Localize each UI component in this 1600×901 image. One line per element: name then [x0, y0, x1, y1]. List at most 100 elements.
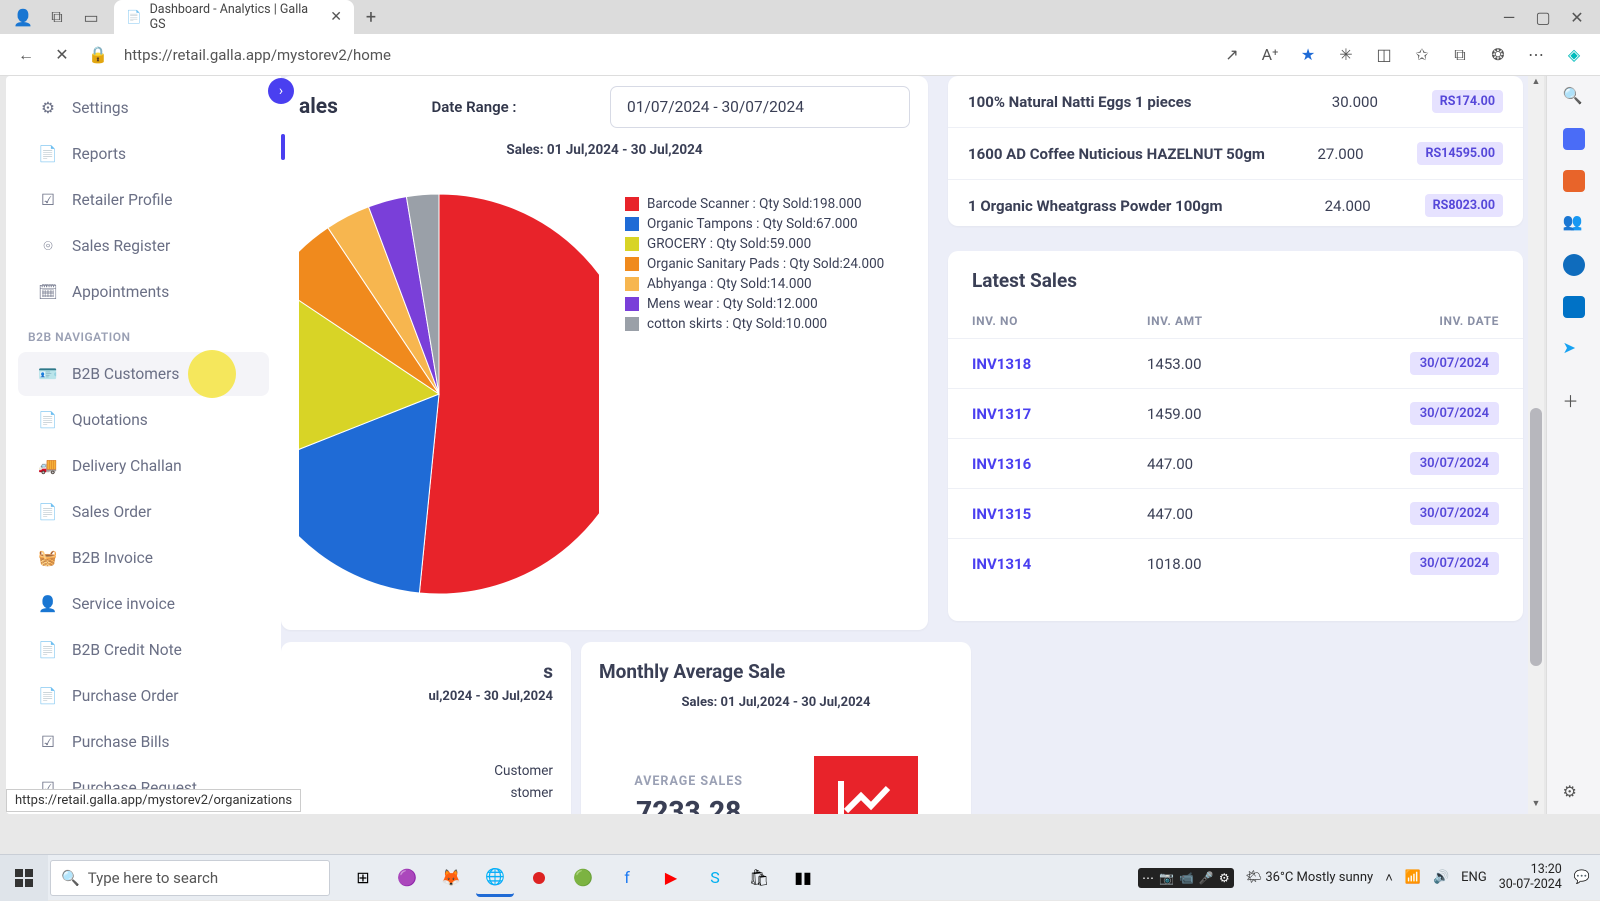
office-icon[interactable] [1563, 254, 1585, 276]
copilot-taskbar-icon[interactable]: 🟣 [388, 859, 426, 897]
workspaces-icon[interactable]: ⧉ [40, 2, 74, 32]
sidebar-item-settings[interactable]: ⚙Settings [18, 86, 269, 130]
network-icon[interactable]: 📶 [1405, 870, 1421, 885]
notifications-icon[interactable]: 💬 [1574, 870, 1590, 885]
weather-widget[interactable]: 🌤 36°C Mostly sunny [1246, 870, 1374, 885]
legend-item[interactable]: Organic Tampons : Qty Sold:67.000 [625, 214, 884, 234]
stop-button[interactable]: ✕ [44, 37, 80, 73]
legend-swatch [625, 237, 639, 251]
store-icon[interactable]: 🛍 [740, 859, 778, 897]
legend-item[interactable]: Abhyanga : Qty Sold:14.000 [625, 274, 884, 294]
clock[interactable]: 13:20 30-07-2024 [1499, 863, 1562, 892]
task-view-icon[interactable]: ⊞ [344, 859, 382, 897]
sidebar-item-sales-register[interactable]: ⌾Sales Register [18, 224, 269, 268]
sidebar-item-appointments[interactable]: 🗓Appointments [18, 270, 269, 314]
recording-controls[interactable]: ⋯📷📹🎤⚙ [1138, 868, 1234, 888]
maximize-icon[interactable]: ▢ [1526, 2, 1560, 32]
app-icon[interactable]: ▮▮ [784, 859, 822, 897]
legend-swatch [625, 277, 639, 291]
sidebar-item-service-invoice[interactable]: 👤Service invoice [18, 582, 269, 626]
close-icon[interactable]: ✕ [330, 9, 342, 25]
sidebar-collapse-button[interactable]: › [268, 78, 294, 104]
shopping-icon[interactable] [1563, 170, 1585, 192]
average-sales-value: 7233.28 [634, 795, 743, 814]
sidebar-item-sales-order[interactable]: 📄Sales Order [18, 490, 269, 534]
legend-item[interactable]: cotton skirts : Qty Sold:10.000 [625, 314, 884, 334]
legend-item[interactable]: Barcode Scanner : Qty Sold:198.000 [625, 194, 884, 214]
copilot-icon[interactable]: ◈ [1556, 37, 1592, 73]
settings-icon[interactable]: ⚙ [1563, 782, 1585, 804]
language-indicator[interactable]: ENG [1461, 870, 1487, 885]
read-aloud-icon[interactable]: A⁺ [1252, 37, 1288, 73]
sidebar-item-label: B2B Customers [72, 365, 179, 383]
skype-icon[interactable]: S [696, 859, 734, 897]
sidebar-item-delivery-challan[interactable]: 🚚Delivery Challan [18, 444, 269, 488]
invoice-link[interactable]: INV1318 [972, 355, 1031, 373]
favorites-bar-icon[interactable]: ✩ [1404, 37, 1440, 73]
more-icon[interactable]: ⋯ [1518, 37, 1554, 73]
back-button[interactable]: ← [8, 37, 44, 73]
vertical-scrollbar[interactable]: ▲ ▼ [1528, 76, 1544, 814]
sidebar-item-purchase-order[interactable]: 📄Purchase Order [18, 674, 269, 718]
extensions-icon[interactable]: ✳ [1328, 37, 1364, 73]
invoice-link[interactable]: INV1316 [972, 455, 1031, 473]
sidebar-item-label: Purchase Order [72, 687, 179, 705]
volume-icon[interactable]: 🔊 [1433, 870, 1449, 885]
edge-icon[interactable]: 🌐 [476, 859, 514, 897]
favorite-icon[interactable]: ★ [1290, 37, 1326, 73]
sidebar-item-quotations[interactable]: 📄Quotations [18, 398, 269, 442]
camera-icon: ⌾ [38, 236, 58, 256]
invoice-link[interactable]: INV1317 [972, 405, 1031, 423]
search-icon[interactable]: 🔍 [1563, 86, 1585, 108]
sidebar-item-b2b-customers[interactable]: 🪪 B2B Customers [18, 352, 269, 396]
legend-item[interactable]: Mens wear : Qty Sold:12.000 [625, 294, 884, 314]
tab-actions-icon[interactable]: ▭ [74, 2, 108, 32]
people-icon[interactable]: 👥 [1563, 212, 1585, 234]
facebook-icon[interactable]: f [608, 859, 646, 897]
invoice-link[interactable]: INV1315 [972, 505, 1031, 523]
sidebar-item-b2b-credit-note[interactable]: 📄B2B Credit Note [18, 628, 269, 672]
minimize-icon[interactable]: — [1492, 2, 1526, 32]
doc-icon: 📄 [38, 410, 58, 430]
sidebar-item-b2b-invoice[interactable]: 🧺B2B Invoice [18, 536, 269, 580]
content-area: ales Date Range : 01/07/2024 - 30/07/202… [281, 76, 1540, 814]
url-field[interactable]: https://retail.galla.app/mystorev2/home [116, 46, 1214, 64]
edge-tool-icon[interactable] [1563, 128, 1585, 150]
scrollbar-thumb[interactable] [1530, 408, 1542, 666]
chrome-icon[interactable]: 🟢 [564, 859, 602, 897]
legend-item[interactable]: Organic Sanitary Pads : Qty Sold:24.000 [625, 254, 884, 274]
scroll-down-icon[interactable]: ▼ [1528, 798, 1544, 814]
close-window-icon[interactable]: ✕ [1560, 2, 1594, 32]
profile-icon[interactable]: 👤 [6, 2, 40, 32]
scroll-up-icon[interactable]: ▲ [1528, 76, 1544, 92]
browser-essentials-icon[interactable]: ❂ [1480, 37, 1516, 73]
tray-chevron-icon[interactable]: ˄ [1385, 870, 1393, 886]
tab-favicon: 📄 [126, 10, 142, 25]
col-header-invdate: INV. DATE [1322, 314, 1499, 328]
sidebar-item-retailer-profile[interactable]: ☑Retailer Profile [18, 178, 269, 222]
start-button[interactable] [0, 855, 48, 901]
outlook-icon[interactable] [1563, 296, 1585, 318]
split-screen-icon[interactable]: ◫ [1366, 37, 1402, 73]
send-icon[interactable]: ➤ [1563, 338, 1585, 360]
search-icon: 🔍 [61, 869, 80, 887]
date-range-label: Date Range : [431, 98, 516, 116]
firefox-icon[interactable]: 🦊 [432, 859, 470, 897]
legend-item[interactable]: GROCERY : Qty Sold:59.000 [625, 234, 884, 254]
sidebar-item-purchase-bills[interactable]: ☑Purchase Bills [18, 720, 269, 764]
site-info-icon[interactable]: 🔒 [80, 37, 116, 73]
collections-icon[interactable]: ⧉ [1442, 37, 1478, 73]
taskbar-search[interactable]: 🔍Type here to search [50, 860, 330, 896]
browser-tab[interactable]: 📄 Dashboard - Analytics | Galla GS ✕ [114, 0, 354, 34]
invoice-row: INV13181453.0030/07/2024 [948, 338, 1523, 388]
sidebar-item-reports[interactable]: 📄Reports [18, 132, 269, 176]
new-tab-button[interactable]: + [354, 7, 388, 28]
average-sales-label: AVERAGE SALES [634, 774, 743, 789]
open-external-icon[interactable]: ↗ [1214, 37, 1250, 73]
plus-icon[interactable]: ＋ [1563, 388, 1585, 410]
date-range-input[interactable]: 01/07/2024 - 30/07/2024 [610, 86, 910, 128]
selection-indicator [281, 134, 285, 160]
youtube-icon[interactable]: ▶ [652, 859, 690, 897]
invoice-link[interactable]: INV1314 [972, 555, 1031, 573]
record-icon[interactable] [520, 859, 558, 897]
